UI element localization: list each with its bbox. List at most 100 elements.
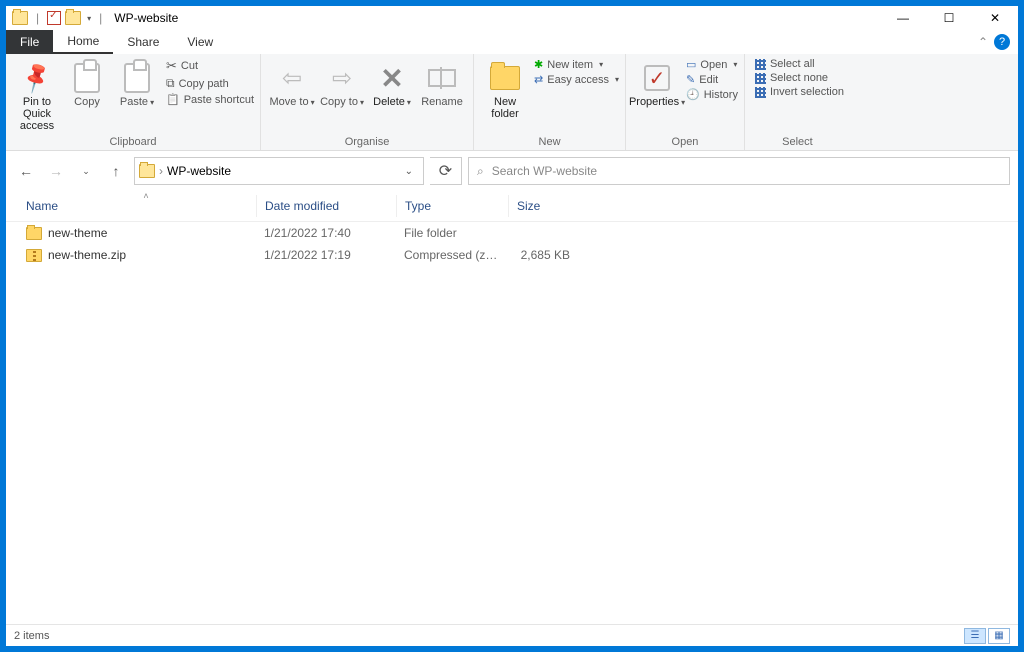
open-button[interactable]: Open▾ <box>686 58 738 71</box>
search-icon: ⌕ <box>477 164 484 179</box>
qat-dropdown-icon[interactable]: ▾ <box>87 14 91 23</box>
paste-icon <box>124 63 150 93</box>
pin-quick-access-button[interactable]: 📌 Pin to Quick access <box>12 58 62 134</box>
group-organise: ⇦ Move to▾ ⇨ Copy to▾ ✕ Delete▾ Rename O… <box>261 54 474 150</box>
maximize-button[interactable]: ☐ <box>926 6 972 30</box>
col-type[interactable]: Type <box>396 195 508 217</box>
file-list: new-theme1/21/2022 17:40File foldernew-t… <box>6 222 1018 624</box>
group-select: Select all Select none Invert selection … <box>745 54 850 150</box>
invert-icon <box>755 87 766 98</box>
file-name: new-theme <box>48 226 107 240</box>
group-new: New folder New item▾ Easy access▾ New <box>474 54 626 150</box>
select-all-button[interactable]: Select all <box>755 58 844 70</box>
move-to-button[interactable]: ⇦ Move to▾ <box>267 58 317 111</box>
file-date: 1/21/2022 17:40 <box>256 224 396 242</box>
delete-icon: ✕ <box>380 62 403 95</box>
open-icon <box>686 58 696 71</box>
edit-button[interactable]: Edit <box>686 73 738 86</box>
qat-properties-icon[interactable] <box>47 11 61 25</box>
tab-file[interactable]: File <box>6 30 53 54</box>
address-dropdown-icon[interactable]: ⌄ <box>399 166 419 177</box>
history-icon <box>686 88 700 101</box>
properties-icon: ✓ <box>644 65 670 91</box>
qat-newfolder-icon[interactable] <box>65 11 81 25</box>
rename-button[interactable]: Rename <box>417 58 467 110</box>
scissors-icon <box>166 58 177 74</box>
edit-icon <box>686 73 695 86</box>
file-type: File folder <box>396 224 508 242</box>
file-row[interactable]: new-theme.zip 1/21/2022 17:19Compressed (… <box>6 244 1018 266</box>
nav-up-button[interactable]: ↑ <box>104 159 128 183</box>
file-row[interactable]: new-theme 1/21/2022 17:40File folder <box>6 222 1018 244</box>
file-size <box>508 224 578 242</box>
file-size: 2,685 KB <box>508 246 578 264</box>
file-type: Compressed (zipp... <box>396 246 508 264</box>
address-path: WP-website <box>167 164 231 178</box>
copy-button[interactable]: Copy <box>62 58 112 110</box>
paste-button[interactable]: Paste▾ <box>112 58 162 111</box>
collapse-ribbon-icon[interactable]: ⌃ <box>978 35 988 49</box>
new-item-button[interactable]: New item▾ <box>534 58 619 71</box>
invert-selection-button[interactable]: Invert selection <box>755 86 844 98</box>
tab-home[interactable]: Home <box>53 30 113 54</box>
paste-shortcut-button[interactable]: Paste shortcut <box>166 93 254 106</box>
view-details-button[interactable]: ☰ <box>964 628 986 644</box>
title-separator: | <box>99 11 102 25</box>
col-size[interactable]: Size <box>508 195 578 217</box>
history-button[interactable]: History <box>686 88 738 101</box>
cut-button[interactable]: Cut <box>166 58 254 74</box>
new-item-icon <box>534 58 543 71</box>
copy-to-button[interactable]: ⇨ Copy to▾ <box>317 58 367 111</box>
refresh-button[interactable]: ⟳ <box>430 157 462 185</box>
folder-icon <box>26 227 42 240</box>
search-placeholder: Search WP-website <box>492 164 597 178</box>
nav-recent-button[interactable]: ⌄ <box>74 159 98 183</box>
pin-icon: 📌 <box>19 60 56 96</box>
address-bar[interactable]: › WP-website ⌄ <box>134 157 424 185</box>
ribbon: 📌 Pin to Quick access Copy Paste▾ Cut Co… <box>6 54 1018 151</box>
rename-icon <box>428 69 456 87</box>
group-open: ✓ Properties▾ Open▾ Edit History Open <box>626 54 745 150</box>
select-none-button[interactable]: Select none <box>755 72 844 84</box>
titlebar: | ▾ | WP-website — ☐ ✕ <box>6 6 1018 30</box>
paste-shortcut-icon <box>166 93 180 106</box>
easy-access-icon <box>534 73 543 86</box>
properties-button[interactable]: ✓ Properties▾ <box>632 58 682 111</box>
tab-view[interactable]: View <box>173 30 227 54</box>
view-icons-button[interactable]: ▦ <box>988 628 1010 644</box>
explorer-window: | ▾ | WP-website — ☐ ✕ File Home Share V… <box>5 5 1019 647</box>
file-name: new-theme.zip <box>48 248 126 262</box>
zip-icon <box>26 249 42 262</box>
new-folder-icon <box>490 66 520 90</box>
copy-path-icon <box>166 76 175 91</box>
address-folder-icon <box>139 164 155 178</box>
select-none-icon <box>755 73 766 84</box>
col-date[interactable]: Date modified <box>256 195 396 217</box>
copy-icon <box>74 63 100 93</box>
easy-access-button[interactable]: Easy access▾ <box>534 73 619 86</box>
move-icon: ⇦ <box>282 64 302 93</box>
search-box[interactable]: ⌕ Search WP-website <box>468 157 1010 185</box>
column-headers: Name˄ Date modified Type Size <box>6 191 1018 222</box>
nav-back-button[interactable]: ← <box>14 159 38 183</box>
titlebar-folder-icon <box>12 11 28 25</box>
sort-icon: ˄ <box>143 191 148 201</box>
new-folder-button[interactable]: New folder <box>480 58 530 122</box>
nav-forward-button[interactable]: → <box>44 159 68 183</box>
ribbon-tabs: File Home Share View ⌃ ? <box>6 30 1018 54</box>
delete-button[interactable]: ✕ Delete▾ <box>367 58 417 111</box>
address-bar-row: ← → ⌄ ↑ › WP-website ⌄ ⟳ ⌕ Search WP-web… <box>6 151 1018 191</box>
copy-path-button[interactable]: Copy path <box>166 76 254 91</box>
file-date: 1/21/2022 17:19 <box>256 246 396 264</box>
minimize-button[interactable]: — <box>880 6 926 30</box>
window-title: WP-website <box>114 11 178 25</box>
col-name[interactable]: Name˄ <box>6 195 256 217</box>
close-button[interactable]: ✕ <box>972 6 1018 30</box>
status-bar: 2 items ☰ ▦ <box>6 624 1018 646</box>
group-clipboard: 📌 Pin to Quick access Copy Paste▾ Cut Co… <box>6 54 261 150</box>
help-icon[interactable]: ? <box>994 34 1010 50</box>
qat-separator: | <box>36 11 39 25</box>
item-count: 2 items <box>14 630 49 642</box>
copyto-icon: ⇨ <box>332 64 352 93</box>
tab-share[interactable]: Share <box>113 30 173 54</box>
